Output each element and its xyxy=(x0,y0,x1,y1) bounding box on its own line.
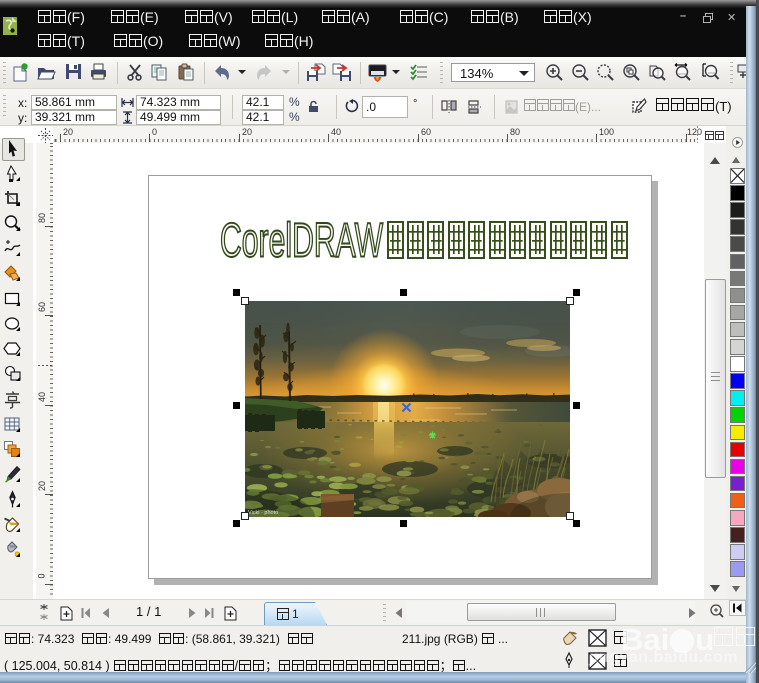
svg-text:Vicki · photo: Vicki · photo xyxy=(248,510,278,516)
